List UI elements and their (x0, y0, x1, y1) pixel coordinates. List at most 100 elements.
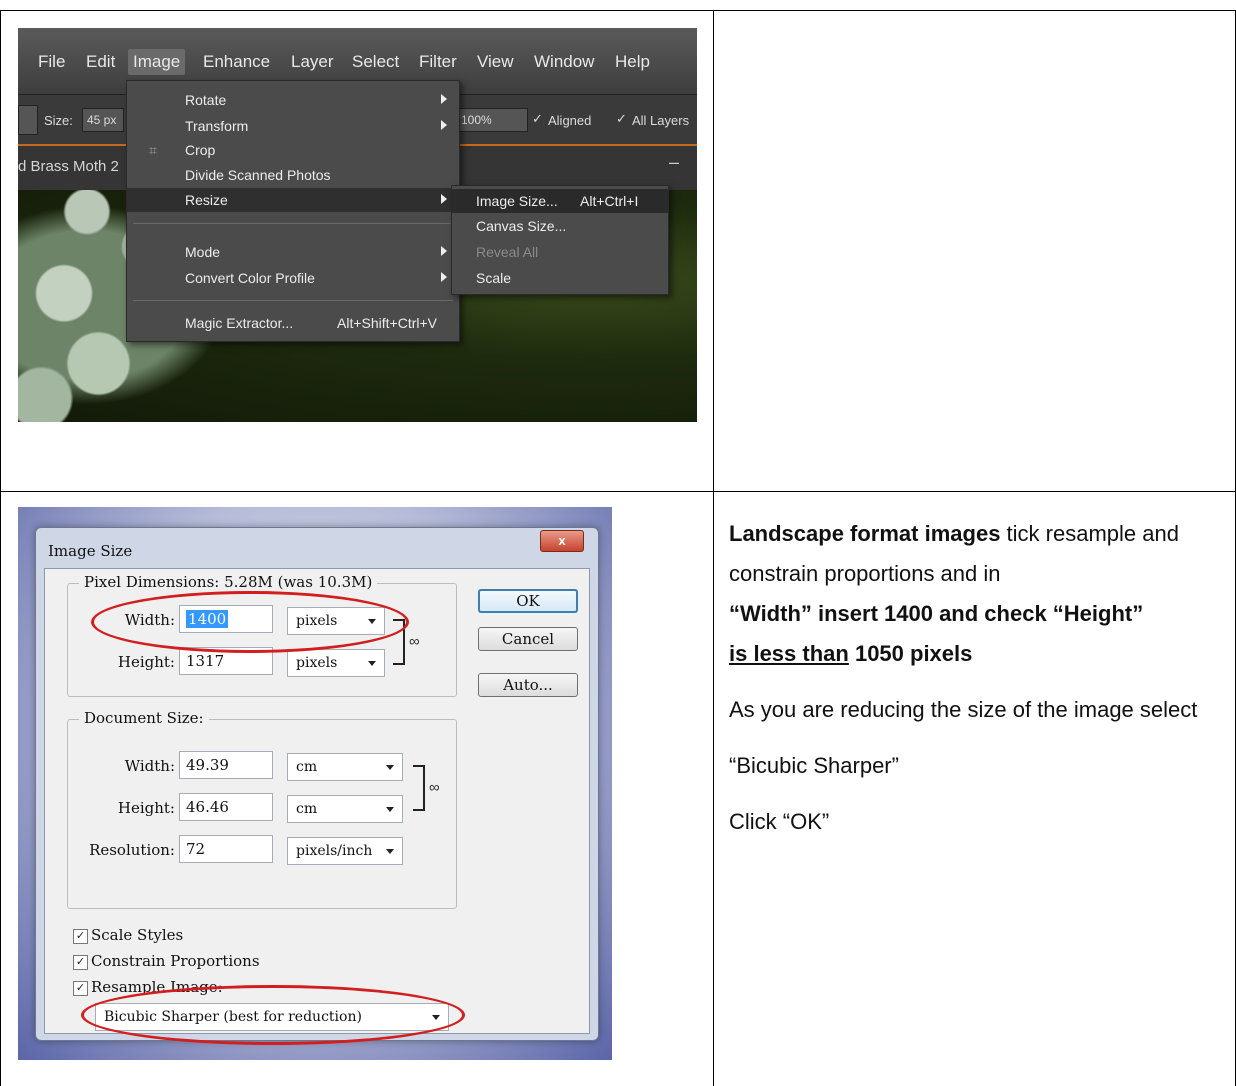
minimize-icon[interactable]: – (669, 152, 679, 173)
menu-separator (133, 223, 453, 224)
instruction-paragraph-2: As you are reducing the size of the imag… (729, 697, 1198, 722)
submenu-item-label: Reveal All (476, 244, 539, 260)
menu-edit[interactable]: Edit (86, 52, 115, 72)
crop-icon: ⌗ (149, 142, 157, 158)
size-label: Size: (44, 113, 73, 128)
instruction-paragraph-3: “Bicubic Sharper” (729, 753, 899, 778)
doc-height-unit-select[interactable]: cm (287, 795, 403, 823)
doc-width-value: 49.39 (186, 756, 229, 774)
submenu-item-reveal-all: Reveal All (452, 240, 668, 264)
menu-file[interactable]: File (38, 52, 65, 72)
submenu-arrow-icon (441, 120, 447, 130)
doc-width-unit-select[interactable]: cm (287, 753, 403, 781)
menu-item-transform[interactable]: Transform (127, 114, 459, 138)
menu-enhance[interactable]: Enhance (203, 52, 270, 72)
less-than-underline: is less than (729, 641, 849, 666)
submenu-arrow-icon (441, 194, 447, 204)
ok-button[interactable]: OK (478, 589, 578, 613)
aligned-check-icon[interactable]: ✓ (532, 111, 543, 127)
opacity-value: 100% (461, 113, 492, 127)
menu-layer[interactable]: Layer (291, 52, 334, 72)
pixel-height-unit: pixels (296, 655, 338, 671)
pixel-height-value: 1317 (186, 652, 225, 670)
menu-item-shortcut: Alt+Shift+Ctrl+V (337, 315, 437, 331)
menu-screenshot: File Edit Image Enhance Layer Select Fil… (18, 28, 697, 422)
submenu-arrow-icon (441, 94, 447, 104)
chevron-down-icon (386, 765, 394, 770)
menu-image[interactable]: Image (128, 49, 186, 75)
menu-item-magic-extractor[interactable]: Magic Extractor... Alt+Shift+Ctrl+V (127, 311, 459, 335)
width-highlight-oval (91, 591, 409, 653)
chevron-down-icon (386, 849, 394, 854)
resolution-field[interactable]: 72 (179, 835, 273, 863)
menu-item-crop[interactable]: ⌗ Crop (127, 138, 459, 162)
document-tab[interactable]: d Brass Moth 2 (18, 158, 119, 175)
submenu-arrow-icon (441, 272, 447, 282)
dialog-titlebar: Image Size x (36, 528, 598, 564)
cancel-button[interactable]: Cancel (478, 627, 578, 651)
landscape-heading: Landscape format images (729, 521, 1001, 546)
doc-height-value: 46.46 (186, 798, 229, 816)
pixel-height-label: Height: (117, 653, 175, 671)
chevron-down-icon (386, 807, 394, 812)
resolution-value: 72 (186, 840, 206, 858)
submenu-item-label: Image Size... (476, 193, 558, 209)
chain-link-icon: ∞ (429, 779, 440, 796)
table-row-divider (0, 491, 1236, 492)
auto-button[interactable]: Auto... (478, 673, 578, 697)
doc-height-unit: cm (296, 801, 318, 817)
resize-submenu: Image Size... Alt+Ctrl+I Canvas Size... … (451, 185, 669, 295)
close-button[interactable]: x (540, 530, 584, 552)
menu-window[interactable]: Window (534, 52, 594, 72)
width-instruction: “Width” insert 1400 and check “Height” (729, 601, 1144, 626)
table-border-top (0, 10, 1236, 11)
submenu-arrow-icon (441, 246, 447, 256)
all-layers-check-icon[interactable]: ✓ (616, 111, 627, 127)
opacity-field[interactable]: 100% (456, 108, 528, 132)
resolution-unit-select[interactable]: pixels/inch (287, 837, 403, 865)
brush-preset-box[interactable] (18, 105, 38, 135)
resample-image-checkbox[interactable]: ✓ (73, 981, 88, 996)
menu-item-label: Divide Scanned Photos (185, 167, 331, 183)
height-limit: 1050 pixels (848, 641, 973, 666)
dialog-body: Pixel Dimensions: 5.28M (was 10.3M) Widt… (44, 568, 590, 1045)
image-menu: Rotate Transform ⌗ Crop Divide Scanned P… (126, 80, 460, 342)
menu-view[interactable]: View (477, 52, 514, 72)
menu-filter[interactable]: Filter (419, 52, 457, 72)
menu-item-label: Convert Color Profile (185, 270, 315, 286)
resolution-label: Resolution: (89, 841, 175, 859)
menu-item-label: Resize (185, 192, 228, 208)
menu-select[interactable]: Select (352, 52, 399, 72)
constrain-proportions-checkbox[interactable]: ✓ (73, 955, 88, 970)
menu-item-convert-color-profile[interactable]: Convert Color Profile (127, 266, 459, 290)
resolution-unit: pixels/inch (296, 843, 373, 859)
menu-item-mode[interactable]: Mode (127, 240, 459, 264)
image-size-dialog: Image Size x Pixel Dimensions: 5.28M (wa… (35, 527, 599, 1045)
submenu-item-image-size[interactable]: Image Size... Alt+Ctrl+I (452, 189, 668, 213)
scale-styles-label: Scale Styles (91, 926, 184, 944)
menu-item-rotate[interactable]: Rotate (127, 88, 459, 112)
table-column-divider (713, 10, 714, 1086)
doc-height-label: Height: (117, 799, 175, 817)
scale-styles-checkbox[interactable]: ✓ (73, 929, 88, 944)
size-field[interactable]: 45 px (82, 108, 124, 132)
menu-item-divide-scanned-photos[interactable]: Divide Scanned Photos (127, 163, 459, 187)
menu-item-resize[interactable]: Resize (127, 188, 459, 212)
menu-separator (133, 300, 453, 301)
resample-highlight-oval (81, 985, 465, 1045)
pixel-height-unit-select[interactable]: pixels (287, 649, 385, 677)
document-size-title: Document Size: (79, 709, 209, 727)
chevron-down-icon (368, 661, 376, 666)
menu-help[interactable]: Help (615, 52, 650, 72)
submenu-item-canvas-size[interactable]: Canvas Size... (452, 214, 668, 238)
submenu-item-label: Canvas Size... (476, 218, 567, 234)
table-border-left (0, 10, 1, 1086)
menu-item-label: Crop (185, 142, 216, 158)
submenu-item-scale[interactable]: Scale (452, 266, 668, 290)
doc-height-field[interactable]: 46.46 (179, 793, 273, 821)
menu-item-label: Transform (185, 118, 249, 134)
doc-width-field[interactable]: 49.39 (179, 751, 273, 779)
submenu-item-shortcut: Alt+Ctrl+I (580, 193, 639, 209)
menu-item-label: Magic Extractor... (185, 315, 294, 331)
constrain-proportions-label: Constrain Proportions (91, 952, 260, 970)
